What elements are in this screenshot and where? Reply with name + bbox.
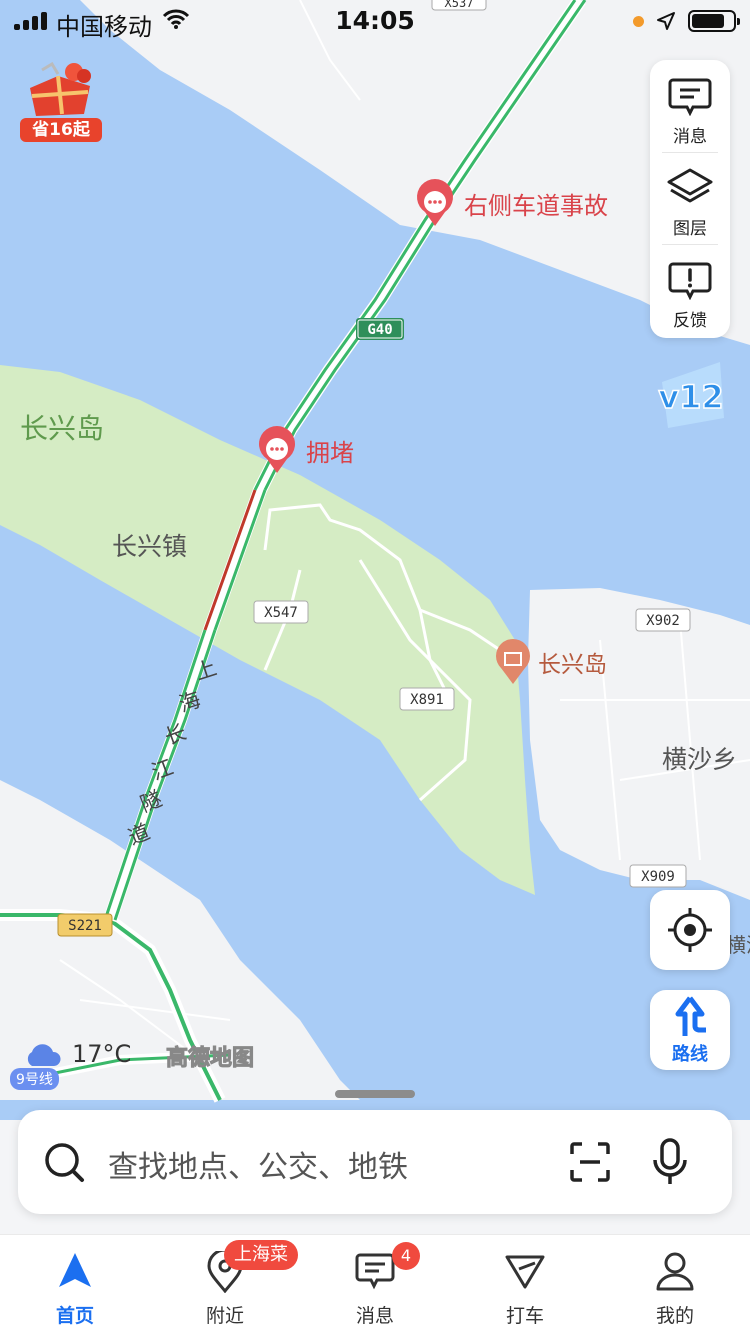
g40-shield: G40	[367, 322, 392, 338]
layers-icon	[667, 168, 713, 203]
layers-tool-button[interactable]: 图层	[650, 154, 730, 242]
version-badge-text: v12	[658, 378, 723, 416]
chat-icon	[355, 1253, 395, 1290]
promo-entry[interactable]: 省16起	[18, 61, 104, 142]
township-label: 横沙乡	[662, 746, 737, 774]
navigation-arrow-icon	[59, 1253, 91, 1287]
messages-count-badge: 4	[392, 1242, 420, 1270]
metro-line-badge: 9号线	[10, 1068, 59, 1090]
feedback-tool-button[interactable]: 反馈	[650, 246, 730, 334]
cloud-icon	[27, 1044, 61, 1066]
feedback-tool-label: 反馈	[673, 311, 707, 331]
signal-icon	[14, 12, 50, 30]
tab-home-label: 首页	[55, 1305, 94, 1327]
congestion-pin-label: 拥堵	[306, 440, 354, 467]
weather-widget[interactable]: 17°C 9号线	[8, 1036, 168, 1092]
locate-me-button[interactable]	[650, 890, 730, 970]
search-input[interactable]: 查找地点、公交、地铁	[108, 1142, 408, 1186]
map-tools-panel: 消息 图层 反馈	[650, 60, 730, 338]
tab-taxi-label: 打车	[505, 1305, 544, 1327]
version-badge[interactable]: v12	[654, 358, 728, 432]
microphone-icon[interactable]	[652, 1138, 688, 1186]
tab-home[interactable]: 首页	[0, 1235, 150, 1334]
route-button-label: 路线	[672, 1044, 708, 1065]
weather-temperature: 17°C	[72, 1040, 132, 1068]
route-arrow-icon	[675, 996, 706, 1036]
tab-profile-label: 我的	[655, 1305, 694, 1327]
tab-profile[interactable]: 我的	[600, 1235, 750, 1334]
message-icon	[668, 78, 712, 116]
wifi-icon	[162, 9, 190, 29]
x891-shield: X891	[410, 692, 444, 708]
tab-taxi[interactable]: 打车	[450, 1235, 600, 1334]
search-icon	[45, 1143, 84, 1182]
s221-shield: S221	[68, 918, 102, 934]
gift-icon	[30, 61, 91, 116]
sheet-drag-handle[interactable]	[335, 1090, 415, 1098]
island-label: 长兴岛	[20, 413, 104, 444]
feedback-icon	[668, 262, 712, 300]
x547-shield: X547	[264, 605, 298, 621]
town-label: 长兴镇	[112, 533, 187, 561]
carrier-name: 中国移动	[56, 13, 152, 41]
user-icon	[656, 1252, 694, 1291]
accident-pin-label: 右侧车道事故	[464, 193, 608, 220]
crosshair-icon	[668, 908, 712, 952]
x902-shield: X902	[646, 613, 680, 629]
location-indicator-dot	[633, 15, 644, 27]
battery-icon	[688, 10, 740, 32]
status-bar: 中国移动 14:05	[0, 0, 750, 44]
x909-shield: X909	[641, 869, 675, 885]
nearby-badge: 上海菜	[224, 1240, 298, 1270]
message-tool-label: 消息	[673, 127, 707, 147]
brand-watermark: 高德地图	[165, 1046, 255, 1072]
message-tool-button[interactable]: 消息	[650, 62, 730, 150]
search-bar[interactable]: 查找地点、公交、地铁	[18, 1110, 732, 1214]
tab-messages[interactable]: 消息	[300, 1235, 450, 1334]
tab-messages-label: 消息	[355, 1305, 394, 1327]
scan-icon[interactable]	[570, 1142, 610, 1182]
bottom-tab-bar: 首页 附近 消息 打车 我的	[0, 1234, 750, 1334]
taxi-icon	[505, 1255, 545, 1289]
promo-badge: 省16起	[20, 118, 102, 142]
layers-tool-label: 图层	[673, 219, 707, 239]
tab-nearby-label: 附近	[205, 1305, 244, 1327]
route-button[interactable]: 路线	[650, 990, 730, 1070]
poi-pin-label: 长兴岛	[538, 651, 607, 677]
location-arrow-icon	[657, 12, 675, 30]
